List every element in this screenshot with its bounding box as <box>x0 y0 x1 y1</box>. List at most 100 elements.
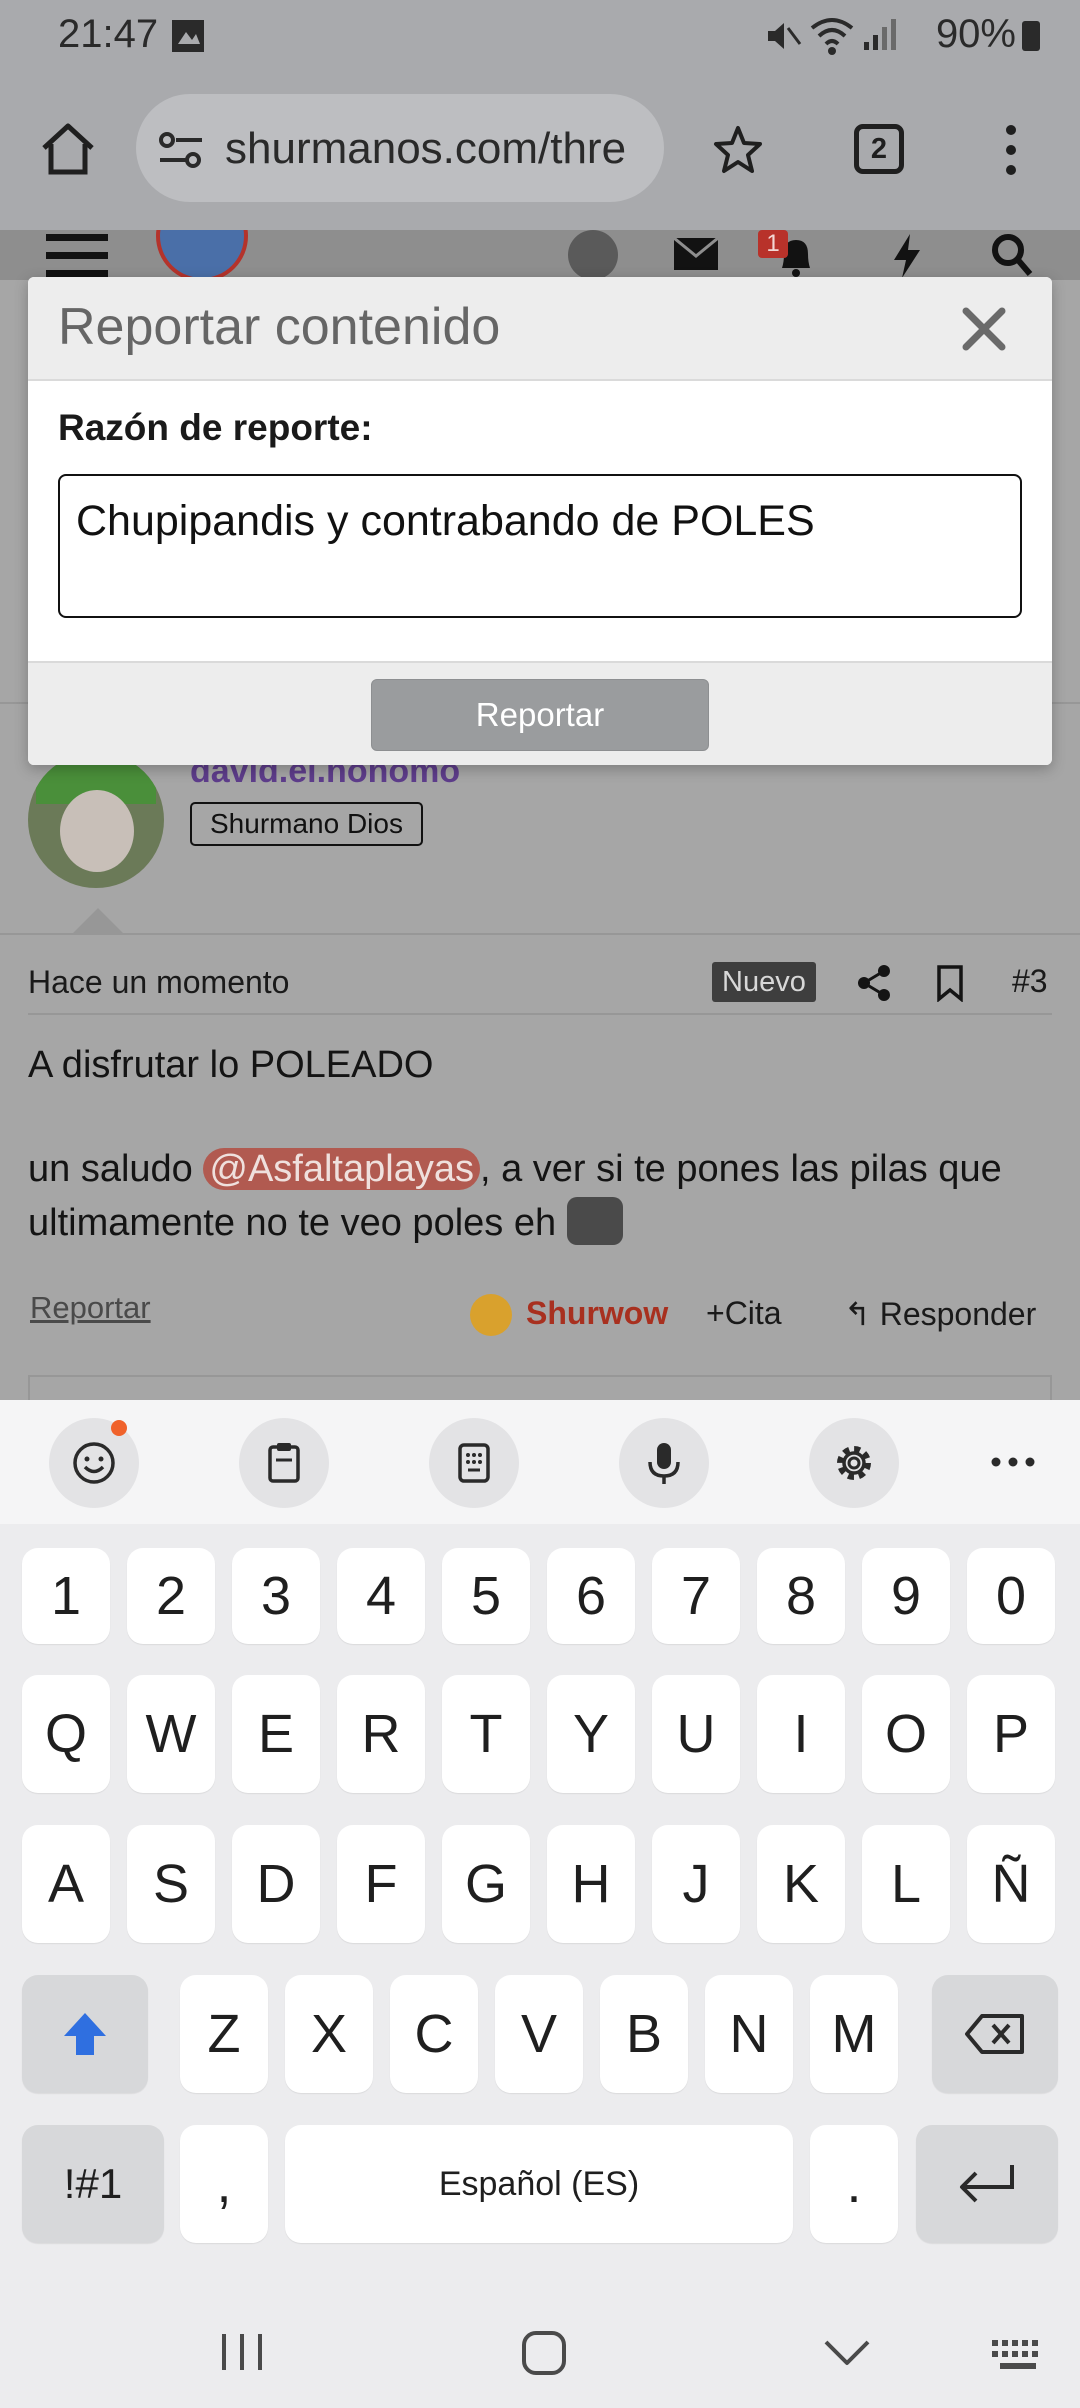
key-5[interactable]: 5 <box>442 1548 530 1644</box>
whats-new-bolt-icon[interactable] <box>892 234 922 278</box>
key-g[interactable]: G <box>442 1825 530 1943</box>
site-settings-icon[interactable] <box>158 130 204 170</box>
key-h[interactable]: H <box>547 1825 635 1943</box>
key-8[interactable]: 8 <box>757 1548 845 1644</box>
symbols-key[interactable]: !#1 <box>22 2125 164 2243</box>
key-i[interactable]: I <box>757 1675 845 1793</box>
tab-switcher-button[interactable]: 2 <box>854 124 904 174</box>
site-logo[interactable] <box>156 230 248 280</box>
reason-textarea[interactable]: Chupipandis y contrabando de POLES <box>58 474 1022 618</box>
dialog-title: Reportar contenido <box>58 298 501 356</box>
post-pointer-arrow <box>72 908 124 934</box>
key-enye[interactable]: Ñ <box>967 1825 1055 1943</box>
key-m[interactable]: M <box>810 1975 898 2093</box>
key-y[interactable]: Y <box>547 1675 635 1793</box>
comma-key[interactable]: , <box>180 2125 268 2243</box>
key-1[interactable]: 1 <box>22 1548 110 1644</box>
battery-level: 90% <box>936 12 1040 57</box>
more-options-icon[interactable] <box>990 1456 1036 1468</box>
divider <box>0 933 1080 935</box>
key-u[interactable]: U <box>652 1675 740 1793</box>
user-title-badge: Shurmano Dios <box>190 802 423 846</box>
key-p[interactable]: P <box>967 1675 1055 1793</box>
post-timestamp[interactable]: Hace un momento <box>28 964 289 1001</box>
home-icon[interactable] <box>38 120 98 178</box>
reply-arrow-icon: ↰ <box>844 1296 880 1332</box>
keypad-icon[interactable] <box>429 1418 519 1508</box>
smiley-emoji-icon <box>566 1197 623 1245</box>
settings-gear-icon[interactable] <box>809 1418 899 1508</box>
keyboard-switch-icon[interactable] <box>990 2338 1046 2372</box>
plus-icon: + <box>706 1295 725 1331</box>
key-t[interactable]: T <box>442 1675 530 1793</box>
key-l[interactable]: L <box>862 1825 950 1943</box>
key-k[interactable]: K <box>757 1825 845 1943</box>
browser-menu-icon[interactable] <box>1002 124 1020 176</box>
key-3[interactable]: 3 <box>232 1548 320 1644</box>
url-text[interactable]: shurmanos.com/thre <box>225 124 661 178</box>
post-number-link[interactable]: #3 <box>1012 963 1048 1000</box>
key-7[interactable]: 7 <box>652 1548 740 1644</box>
period-key[interactable]: . <box>810 2125 898 2243</box>
key-e[interactable]: E <box>232 1675 320 1793</box>
key-o[interactable]: O <box>862 1675 950 1793</box>
shift-key[interactable] <box>22 1975 148 2093</box>
bookmark-star-icon[interactable] <box>712 124 764 176</box>
key-4[interactable]: 4 <box>337 1548 425 1644</box>
hide-keyboard-chevron-icon[interactable] <box>822 2338 872 2368</box>
emoji-icon[interactable] <box>49 1418 139 1508</box>
reaction-button[interactable]: Shurwow <box>526 1295 668 1332</box>
report-dialog: Reportar contenido Razón de reporte: Chu… <box>28 277 1052 765</box>
key-d[interactable]: D <box>232 1825 320 1943</box>
key-n[interactable]: N <box>705 1975 793 2093</box>
clipboard-icon[interactable] <box>239 1418 329 1508</box>
space-bar[interactable]: Español (ES) <box>285 2125 793 2243</box>
key-q[interactable]: Q <box>22 1675 110 1793</box>
system-navigation-bar <box>0 2290 1080 2408</box>
post-author-avatar[interactable] <box>28 752 164 888</box>
key-2[interactable]: 2 <box>127 1548 215 1644</box>
dialog-header: Reportar contenido <box>28 277 1052 381</box>
report-post-link[interactable]: Reportar <box>30 1290 151 1326</box>
bookmark-icon[interactable] <box>936 964 964 1002</box>
close-icon[interactable] <box>958 303 1010 355</box>
key-r[interactable]: R <box>337 1675 425 1793</box>
key-9[interactable]: 9 <box>862 1548 950 1644</box>
key-6[interactable]: 6 <box>547 1548 635 1644</box>
key-w[interactable]: W <box>127 1675 215 1793</box>
reply-button[interactable]: ↰ Responder <box>844 1295 1036 1333</box>
key-x[interactable]: X <box>285 1975 373 2093</box>
search-icon[interactable] <box>990 232 1034 278</box>
key-s[interactable]: S <box>127 1825 215 1943</box>
key-v[interactable]: V <box>495 1975 583 2093</box>
keyboard-toolbar <box>0 1400 1080 1524</box>
enter-key[interactable] <box>916 2125 1058 2243</box>
backspace-key[interactable] <box>932 1975 1058 2093</box>
hamburger-menu-icon[interactable] <box>46 234 108 280</box>
new-post-badge: Nuevo <box>712 962 816 1002</box>
key-j[interactable]: J <box>652 1825 740 1943</box>
notification-dot <box>111 1420 127 1436</box>
notification-count-badge: 1 <box>758 230 788 258</box>
key-f[interactable]: F <box>337 1825 425 1943</box>
screenshot-notification-icon <box>170 18 206 54</box>
microphone-icon[interactable] <box>619 1418 709 1508</box>
shurwow-reaction-icon[interactable] <box>470 1294 512 1336</box>
divider <box>28 1013 1052 1015</box>
key-0[interactable]: 0 <box>967 1548 1055 1644</box>
recent-apps-icon[interactable] <box>220 2332 264 2372</box>
key-b[interactable]: B <box>600 1975 688 2093</box>
key-c[interactable]: C <box>390 1975 478 2093</box>
user-mention[interactable]: @Asfaltaplayas <box>203 1148 480 1190</box>
dialog-footer: Reportar <box>28 661 1052 765</box>
key-a[interactable]: A <box>22 1825 110 1943</box>
key-z[interactable]: Z <box>180 1975 268 2093</box>
report-submit-button[interactable]: Reportar <box>371 679 709 751</box>
home-nav-icon[interactable] <box>520 2330 568 2376</box>
battery-icon <box>1022 21 1040 51</box>
user-avatar-small[interactable] <box>568 230 618 280</box>
status-time: 21:47 <box>58 12 159 56</box>
quote-button[interactable]: +Cita <box>706 1295 782 1332</box>
share-icon[interactable] <box>856 964 892 1002</box>
messages-envelope-icon[interactable] <box>674 238 718 270</box>
